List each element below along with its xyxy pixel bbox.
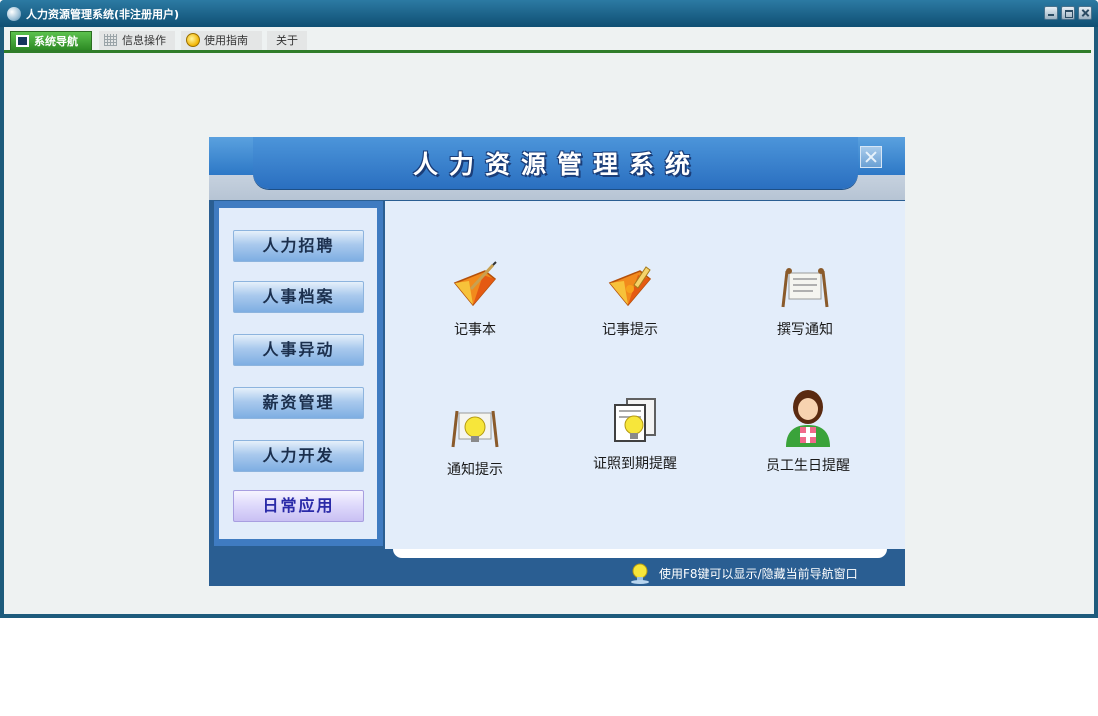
tab-underline <box>4 50 1091 53</box>
app-label: 员工生日提醒 <box>766 458 850 474</box>
dialog-close-button[interactable] <box>860 146 882 168</box>
birthday-person-icon <box>786 390 830 447</box>
sidebar-item-personnel-files[interactable]: 人事档案 <box>233 281 364 313</box>
app-license-expiry-reminder[interactable]: 证照到期提醒 <box>565 395 705 473</box>
tab-label: 系统导航 <box>34 35 78 48</box>
app-notebook-reminder[interactable]: 记事提示 <box>560 261 700 339</box>
sidebar-item-recruitment[interactable]: 人力招聘 <box>233 230 364 262</box>
tab-user-guide[interactable]: 使用指南 <box>181 31 262 51</box>
footer-curve <box>393 549 887 558</box>
module-sidebar: 人力招聘 人事档案 人事异动 薪资管理 人力开发 日常应用 <box>214 201 383 546</box>
minimize-button[interactable] <box>1044 6 1058 20</box>
title-bar[interactable]: 人力资源管理系统(非注册用户) <box>0 0 1098 27</box>
navigation-dialog: 人力资源管理系统 人力招聘 人事档案 人事异动 薪资管理 人力开发 日常应用 记… <box>209 137 905 586</box>
notebook-pencil-icon <box>453 261 497 307</box>
app-write-notice[interactable]: 撰写通知 <box>735 261 875 339</box>
app-label: 证照到期提醒 <box>593 456 677 472</box>
app-notebook[interactable]: 记事本 <box>405 261 545 339</box>
app-birthday-reminder[interactable]: 员工生日提醒 <box>738 387 878 475</box>
certificate-bulb-icon <box>614 398 656 442</box>
dialog-title: 人力资源管理系统 <box>412 150 701 179</box>
dialog-footer: 使用F8键可以显示/隐藏当前导航窗口 <box>209 549 905 586</box>
sidebar-item-daily-apps[interactable]: 日常应用 <box>233 490 364 522</box>
tab-system-nav[interactable]: 系统导航 <box>10 31 92 51</box>
dialog-header: 人力资源管理系统 <box>209 137 905 200</box>
sidebar-inner: 人力招聘 人事档案 人事异动 薪资管理 人力开发 日常应用 <box>219 208 377 539</box>
lightbulb-icon <box>631 563 649 584</box>
tab-label: 信息操作 <box>122 34 166 47</box>
notice-bulb-icon <box>451 410 499 448</box>
smiley-icon <box>186 33 200 47</box>
app-logo-icon <box>7 7 21 21</box>
notice-board-icon <box>781 268 829 308</box>
tab-label: 使用指南 <box>204 34 248 47</box>
maximize-button[interactable] <box>1061 6 1075 20</box>
tab-about[interactable]: 关于 <box>267 31 307 51</box>
tab-label: 关于 <box>276 34 298 47</box>
sidebar-item-personnel-changes[interactable]: 人事异动 <box>233 334 364 366</box>
close-button[interactable] <box>1078 6 1092 20</box>
tab-bar: 系统导航 信息操作 使用指南 关于 <box>4 27 1094 53</box>
sidebar-item-development[interactable]: 人力开发 <box>233 440 364 472</box>
notebook-brush-icon <box>608 266 652 307</box>
app-notice-reminder[interactable]: 通知提示 <box>405 401 545 479</box>
tab-info-operation[interactable]: 信息操作 <box>99 31 175 51</box>
sidebar-item-payroll[interactable]: 薪资管理 <box>233 387 364 419</box>
monitor-icon <box>16 35 29 47</box>
footer-tip: 使用F8键可以显示/隐藏当前导航窗口 <box>659 567 858 581</box>
window-title: 人力资源管理系统(非注册用户) <box>26 8 180 21</box>
app-label: 记事本 <box>454 322 496 338</box>
app-grid: 记事本 记事提示 撰写通知 通知提示 证照到期提醒 员工生日提醒 <box>385 201 905 549</box>
grid-icon <box>104 34 117 46</box>
app-label: 记事提示 <box>602 322 658 338</box>
app-label: 撰写通知 <box>777 322 833 338</box>
app-label: 通知提示 <box>447 462 503 478</box>
